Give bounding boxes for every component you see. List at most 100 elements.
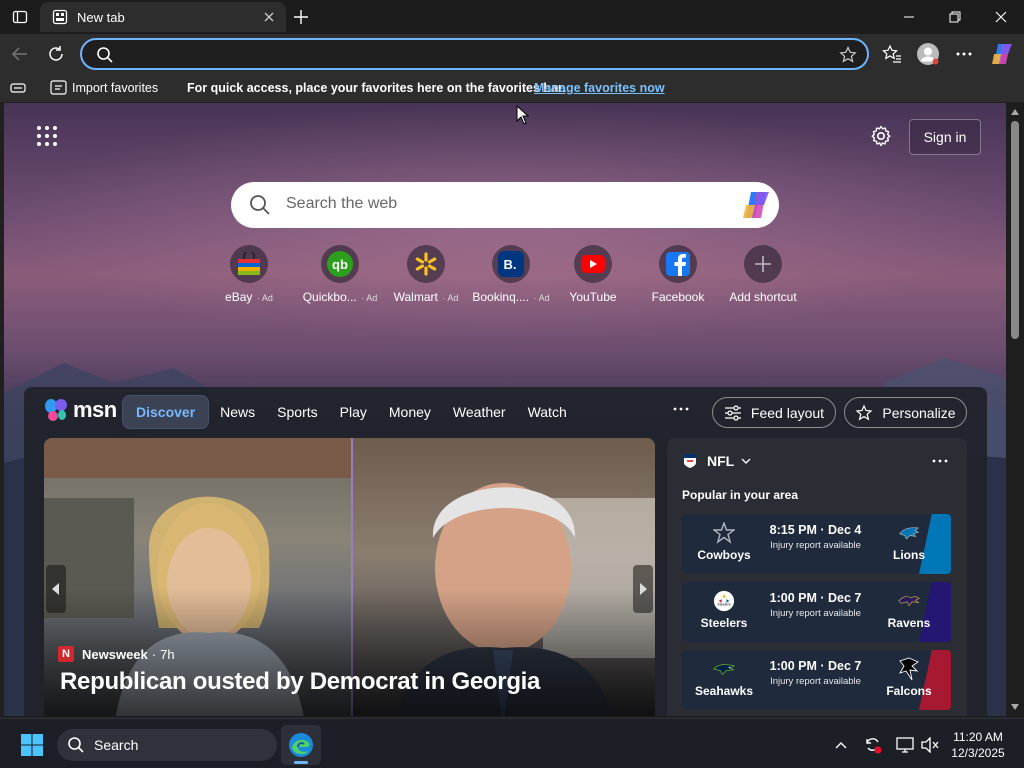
shortcut-youtube[interactable]: YouTube (551, 245, 635, 304)
game-time: 1:00 PM · Dec 7 (769, 591, 862, 605)
taskbar-clock[interactable]: 11:20 AM 12/3/2025 (942, 729, 1014, 761)
msn-logo[interactable]: msn (44, 397, 117, 423)
profile-button[interactable] (916, 42, 940, 66)
tab-actions-icon (12, 10, 28, 24)
shortcut-quickbooks[interactable]: qb Quickbo... · Ad (298, 245, 382, 304)
chevron-up-icon (835, 742, 847, 749)
windows-start-icon[interactable] (20, 733, 44, 757)
carousel-next-button[interactable] (633, 565, 653, 613)
tab-discover[interactable]: Discover (122, 395, 210, 429)
manage-favorites-link[interactable]: Manage favorites now (534, 81, 665, 95)
personalize-button[interactable]: Personalize (844, 397, 967, 428)
refresh-button[interactable] (44, 42, 68, 66)
new-tab-button[interactable] (290, 6, 312, 28)
injury-note: Injury report available (770, 608, 861, 619)
favorites-bar-message: For quick access, place your favorites h… (187, 81, 566, 95)
sign-in-button[interactable]: Sign in (909, 119, 981, 155)
svg-text:B.: B. (504, 257, 517, 272)
shortcut-ebay[interactable]: eBay · Ad (207, 245, 291, 304)
close-window-button[interactable] (986, 4, 1016, 30)
personalize-label: Personalize (882, 404, 956, 421)
sync-status-button[interactable] (864, 736, 882, 754)
page-settings-gear-icon[interactable] (870, 125, 892, 147)
feed-layout-label: Feed layout (750, 404, 825, 421)
hero-news-card[interactable]: N Newsweek · 7h Republican ousted by Dem… (44, 438, 655, 716)
speaker-muted-icon (921, 737, 939, 753)
favorites-bar-toggle-icon[interactable] (10, 81, 26, 95)
tab-close-button[interactable] (260, 8, 278, 26)
scrollbar-thumb[interactable] (1011, 121, 1019, 339)
tab-new-tab[interactable]: New tab (40, 2, 286, 32)
msn-butterfly-icon (45, 399, 67, 421)
restore-button[interactable] (940, 4, 970, 30)
back-button[interactable] (8, 42, 32, 66)
new-tab-page: Sign in Search the web eBay · Ad qb Quic… (4, 103, 1006, 716)
profile-avatar-icon (917, 43, 939, 65)
edge-browser-icon (289, 733, 313, 757)
volume-button[interactable] (921, 736, 939, 754)
shortcut-booking[interactable]: B. Bookinq.... · Ad (469, 245, 553, 304)
cowboys-star-icon (713, 522, 735, 544)
walmart-spark-icon (407, 245, 445, 283)
game-cowboys-lions[interactable]: Cowboys 8:15 PM · Dec 4 Injury report av… (682, 514, 951, 574)
tab-play[interactable]: Play (329, 396, 378, 428)
team-name: Lions (893, 548, 925, 562)
windows-taskbar: Search 11:20 AM 12/3/2025 (0, 718, 1024, 768)
copilot-icon[interactable] (741, 191, 771, 219)
settings-and-more-button[interactable] (952, 42, 976, 66)
shortcut-label: YouTube (569, 290, 617, 304)
youtube-icon (574, 245, 612, 283)
minimize-button[interactable] (894, 4, 924, 30)
copilot-button[interactable] (990, 42, 1014, 66)
tab-strip: New tab (0, 0, 1024, 34)
address-bar[interactable] (80, 38, 869, 70)
plus-icon (294, 10, 308, 24)
article-age: 7h (160, 646, 175, 662)
game-seahawks-falcons[interactable]: Seahawks 1:00 PM · Dec 7 Injury report a… (682, 650, 951, 710)
league-name: NFL (707, 453, 735, 469)
away-team: Falcons (867, 657, 951, 698)
scroll-up-arrow[interactable] (1010, 107, 1020, 117)
game-steelers-ravens[interactable]: Steelers Steelers 1:00 PM · Dec 7 Injury… (682, 582, 951, 642)
address-input[interactable] (122, 44, 822, 66)
tab-watch[interactable]: Watch (517, 396, 578, 428)
taskbar-search-label: Search (94, 737, 139, 753)
injury-note: Injury report available (770, 540, 861, 551)
add-shortcut-button[interactable]: Add shortcut (721, 245, 805, 304)
import-favorites-button[interactable]: Import favorites (50, 80, 158, 95)
taskbar-search-box[interactable]: Search (57, 729, 277, 761)
feed-layout-button[interactable]: Feed layout (712, 397, 836, 428)
shortcut-walmart[interactable]: Walmart · Ad (384, 245, 468, 304)
page-scrollbar[interactable] (1006, 103, 1024, 716)
favorites-button[interactable] (880, 42, 904, 66)
more-dots-icon[interactable] (931, 457, 949, 465)
shortcut-label: Facebook (651, 290, 705, 304)
more-dots-icon (956, 52, 972, 56)
svg-text:Steelers: Steelers (717, 603, 731, 607)
ravens-logo-icon (898, 590, 920, 612)
team-name: Ravens (887, 616, 931, 630)
network-monitor-icon (896, 737, 914, 753)
apps-grid-icon[interactable] (36, 125, 58, 147)
article-headline[interactable]: Republican ousted by Democrat in Georgia (60, 668, 540, 696)
publisher-name: Newsweek (82, 646, 148, 662)
show-hidden-icons-button[interactable] (832, 736, 850, 754)
tab-money[interactable]: Money (378, 396, 442, 428)
tab-weather[interactable]: Weather (442, 396, 517, 428)
web-search-box[interactable]: Search the web (231, 182, 779, 228)
add-favorite-star-icon[interactable] (839, 46, 857, 64)
carousel-previous-button[interactable] (46, 565, 66, 613)
tab-news[interactable]: News (209, 396, 266, 428)
scroll-down-arrow[interactable] (1010, 702, 1020, 712)
league-selector[interactable]: NFL (683, 453, 751, 469)
tab-actions-menu-button[interactable] (8, 6, 32, 28)
taskbar-edge-button[interactable] (281, 725, 321, 765)
newsweek-logo: N (58, 646, 74, 662)
tab-sports[interactable]: Sports (266, 396, 328, 428)
more-tabs-dots-icon[interactable] (671, 403, 691, 415)
game-time: 1:00 PM · Dec 7 (769, 659, 862, 673)
shortcut-facebook[interactable]: Facebook (636, 245, 720, 304)
network-status-button[interactable] (896, 736, 914, 754)
star-sparkle-icon (855, 404, 873, 420)
shortcut-label: Add shortcut (729, 290, 797, 304)
